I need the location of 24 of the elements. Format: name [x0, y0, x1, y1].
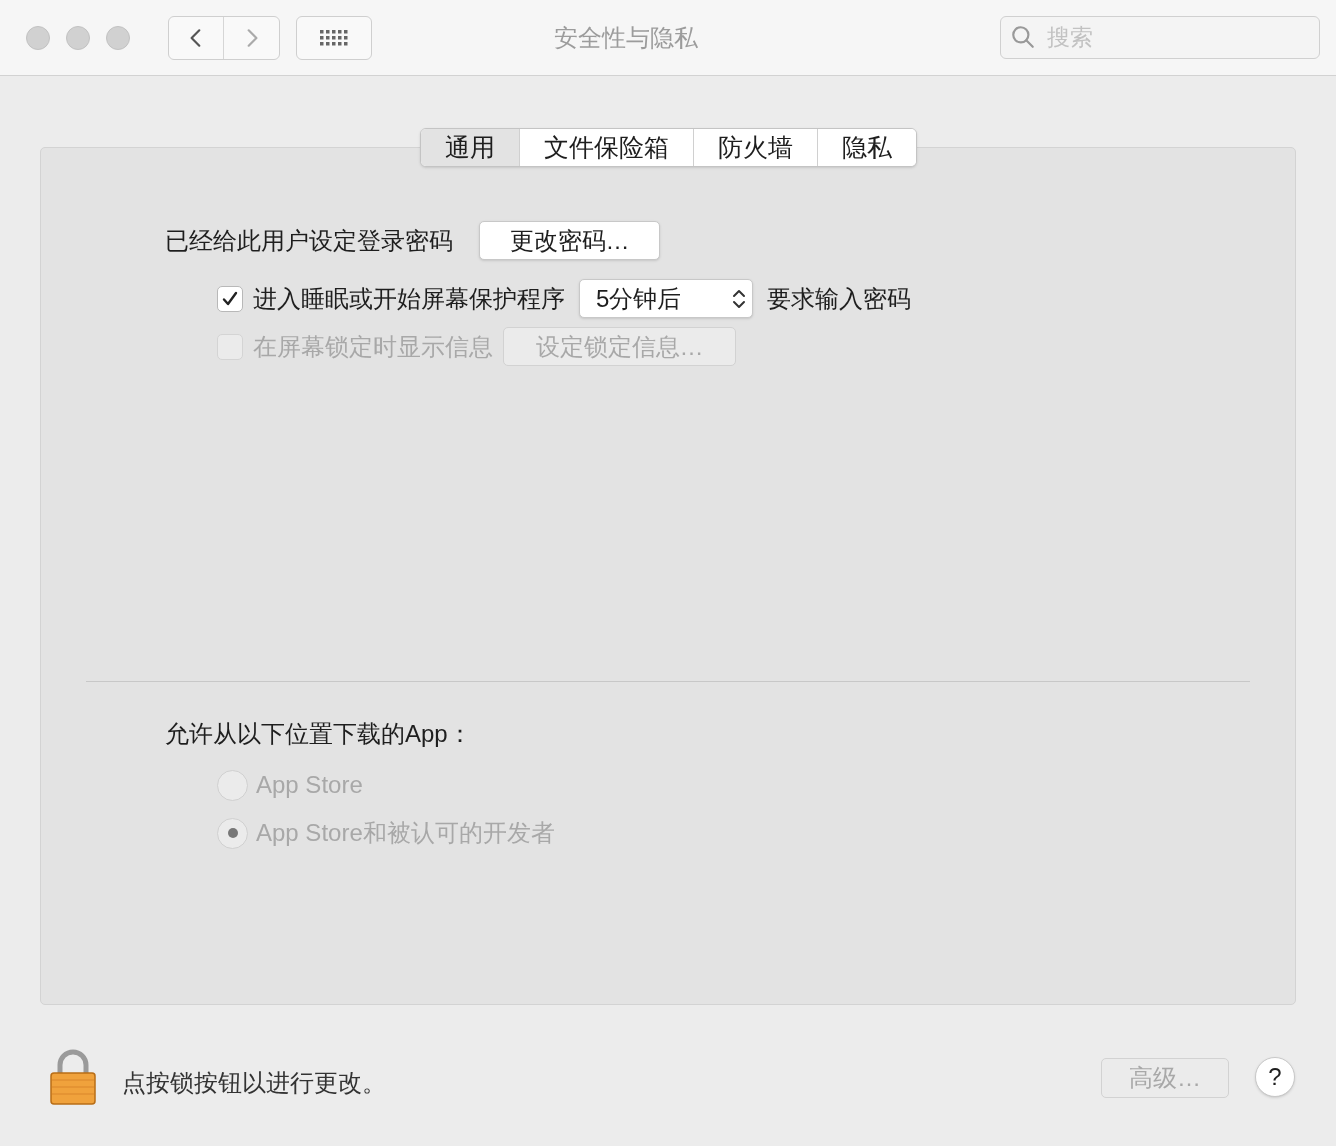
require-password-suffix: 要求输入密码: [767, 283, 911, 314]
window-control-icon[interactable]: [106, 25, 130, 50]
window-control-icon[interactable]: [66, 25, 90, 50]
radio-label: App Store: [256, 770, 363, 800]
padlock-icon[interactable]: [50, 1049, 96, 1105]
window-control-icon[interactable]: [26, 25, 50, 50]
delay-popup[interactable]: 5分钟后: [579, 279, 753, 318]
downloads-label: 允许从以下位置下载的App：: [164, 719, 473, 749]
checkbox[interactable]: [217, 285, 243, 312]
require-password-label: 进入睡眠或开始屏幕保护程序: [253, 283, 565, 314]
grid-icon: [319, 27, 349, 48]
show-all-button[interactable]: [296, 15, 372, 60]
radio-label: App Store和被认可的开发者: [256, 818, 555, 848]
help-button[interactable]: ?: [1255, 1057, 1295, 1097]
tab[interactable]: 文件保险箱: [518, 129, 693, 166]
window-title: 安全性与隐私: [554, 22, 698, 53]
lock-hint: 点按锁按钮以进行更改。: [122, 1068, 386, 1098]
lock-message-label: 在屏幕锁定时显示信息: [253, 331, 493, 362]
password-label: 已经给此用户设定登录密码: [165, 225, 453, 256]
tab[interactable]: 防火墙: [692, 129, 817, 166]
tab[interactable]: 通用: [420, 129, 519, 166]
change-password-button[interactable]: 更改密码…: [479, 221, 660, 260]
tab[interactable]: 隐私: [816, 129, 916, 166]
search-icon: [1010, 24, 1036, 50]
